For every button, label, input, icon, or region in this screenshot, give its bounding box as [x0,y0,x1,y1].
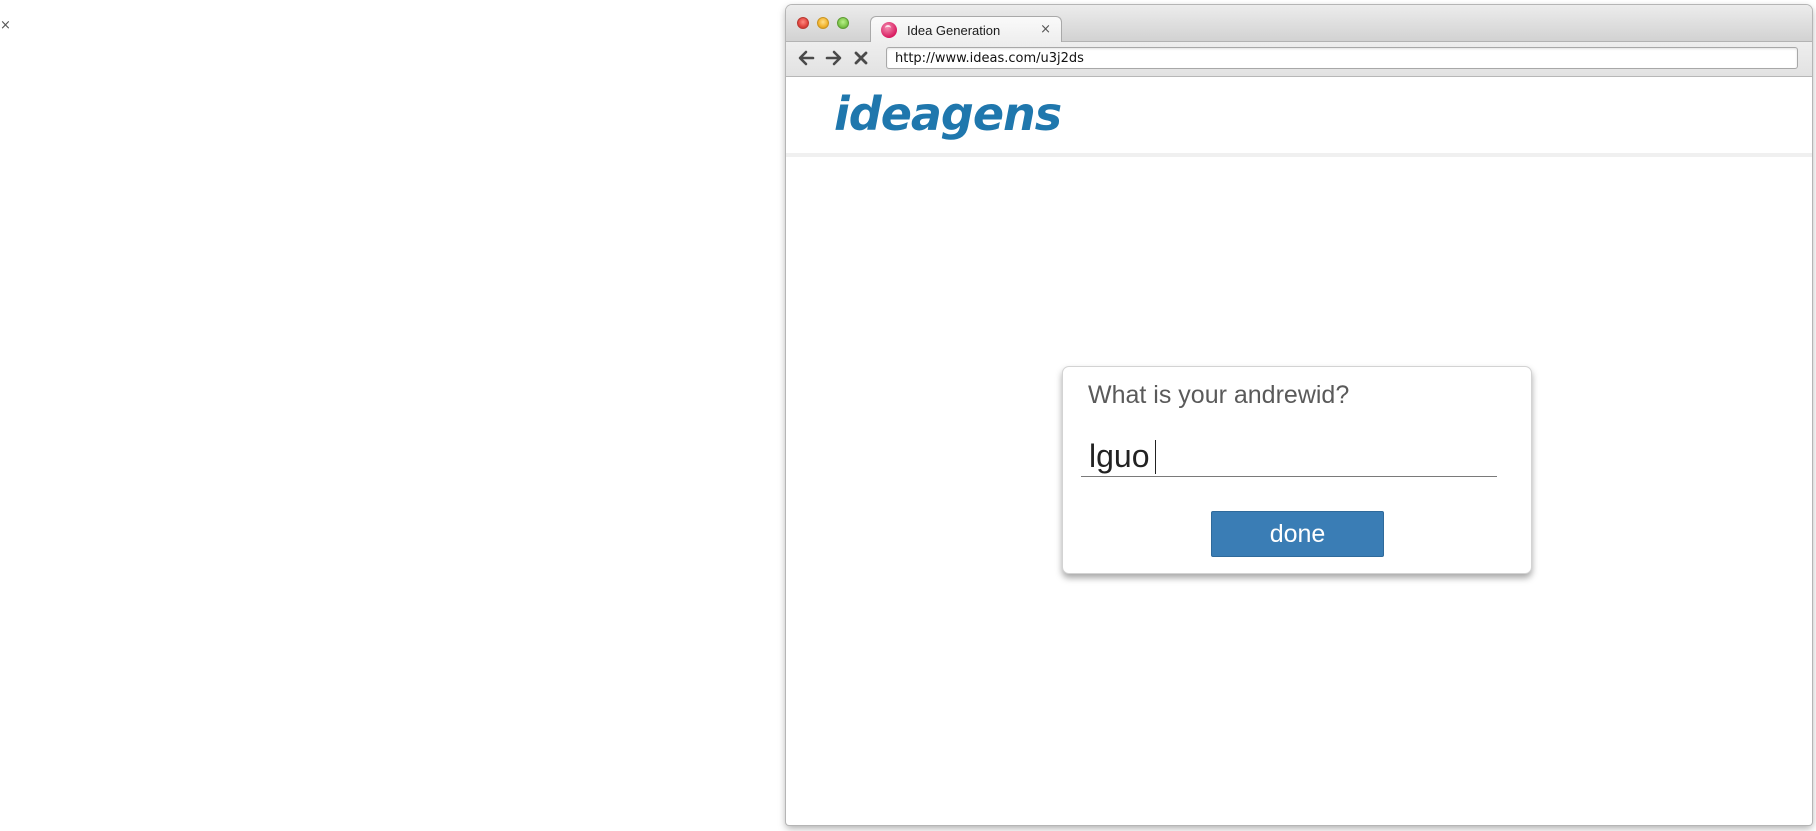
browser-titlebar: Idea Generation × [786,5,1812,43]
tab-title: Idea Generation [907,23,1001,38]
favicon-icon [881,22,897,38]
ideagens-logo[interactable]: ideagens [834,91,1062,137]
arrow-left-icon [798,50,815,66]
back-button[interactable] [794,46,818,70]
window-minimize-button[interactable] [817,17,829,29]
window-close-button[interactable] [797,17,809,29]
browser-tab[interactable]: Idea Generation × [870,16,1062,43]
arrow-right-icon [825,50,842,66]
page-close-icon[interactable]: × [0,19,11,33]
text-cursor [1155,440,1156,474]
stop-button[interactable] [849,46,873,70]
andrewid-input[interactable] [1081,437,1497,477]
done-button[interactable]: done [1211,511,1384,557]
browser-window: Idea Generation × http://www.ideas.com/u… [786,5,1812,825]
forward-button[interactable] [822,46,846,70]
site-header: ideagens [786,77,1812,157]
andrewid-dialog: What is your andrewid? done [1062,366,1532,574]
stop-x-icon [854,51,868,65]
window-zoom-button[interactable] [837,17,849,29]
dialog-prompt: What is your andrewid? [1088,381,1350,409]
browser-toolbar: http://www.ideas.com/u3j2ds [786,42,1812,77]
url-text: http://www.ideas.com/u3j2ds [895,51,1084,66]
address-bar[interactable]: http://www.ideas.com/u3j2ds [886,47,1798,69]
tab-close-icon[interactable]: × [1040,22,1051,37]
